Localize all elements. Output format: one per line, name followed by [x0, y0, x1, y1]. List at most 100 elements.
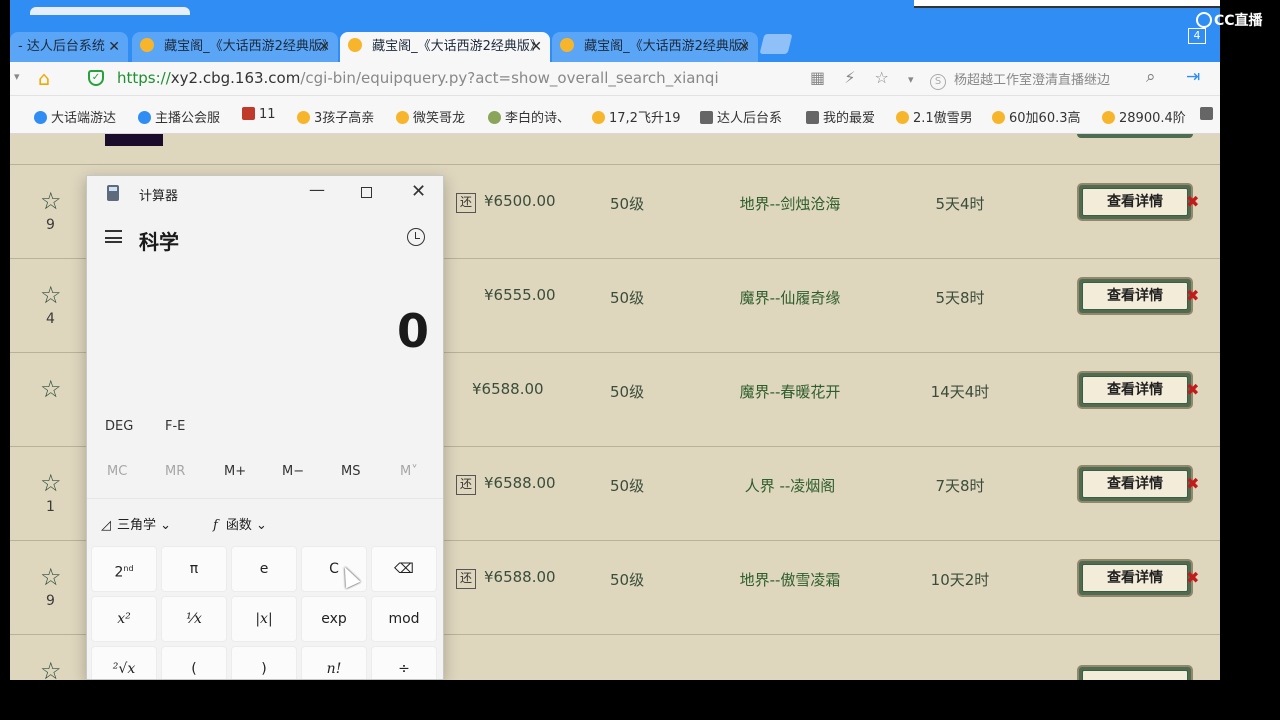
item-level: 50级: [610, 383, 645, 401]
bookmark-item[interactable]: 我的最爱: [806, 107, 875, 126]
second-button[interactable]: 2nd: [91, 546, 157, 592]
search-engine-icon: S: [930, 74, 946, 90]
mod-button[interactable]: mod: [371, 596, 437, 642]
favorite-star-icon[interactable]: ☆: [40, 563, 62, 591]
chevron-down-icon: ⌄: [255, 518, 267, 533]
tab-count-badge: 4: [1188, 28, 1206, 44]
remove-icon[interactable]: ✖: [1186, 380, 1199, 399]
chevron-down-icon[interactable]: ▾: [908, 73, 914, 86]
euler-button[interactable]: e: [231, 546, 297, 592]
backspace-button[interactable]: ⌫: [371, 546, 437, 592]
tab-cbg-3[interactable]: 藏宝阁_《大话西游2经典版》 ✕: [552, 32, 758, 62]
bookmark-item[interactable]: [1200, 107, 1217, 122]
favorite-count: 9: [46, 593, 55, 609]
open-paren-button[interactable]: (: [161, 646, 227, 679]
minimize-icon[interactable]: —: [309, 180, 325, 199]
view-details-button[interactable]: 查看详情: [1077, 183, 1193, 221]
history-icon[interactable]: [407, 228, 425, 246]
tab-cbg-2-active[interactable]: 藏宝阁_《大话西游2经典版》 ✕: [340, 32, 550, 62]
divide-button[interactable]: ÷: [371, 646, 437, 679]
favorite-star-icon[interactable]: ☆: [40, 187, 62, 215]
absolute-button[interactable]: |x|: [231, 596, 297, 642]
view-details-button[interactable]: 查看详情: [1077, 465, 1193, 503]
item-thumbnail[interactable]: [105, 134, 163, 146]
lightning-icon[interactable]: ⚡: [844, 68, 855, 87]
maximize-icon[interactable]: [361, 187, 372, 198]
bookmark-item[interactable]: 60加60.3高: [992, 107, 1081, 126]
square-button[interactable]: x²: [91, 596, 157, 642]
search-input[interactable]: S 杨超越工作室澄清直播继边: [930, 69, 1170, 90]
close-icon[interactable]: ✕: [318, 32, 330, 62]
close-paren-button[interactable]: ): [231, 646, 297, 679]
memory-list-button[interactable]: M˅: [400, 464, 418, 479]
function-dropdown[interactable]: f 函数 ⌄: [213, 514, 267, 533]
hamburger-menu-icon[interactable]: [105, 230, 122, 243]
item-time-left: 5天8时: [935, 289, 985, 307]
calculator-titlebar[interactable]: 计算器 — ✕: [87, 176, 443, 210]
calculator-title: 计算器: [139, 189, 179, 204]
home-icon[interactable]: ⌂: [38, 68, 50, 90]
deg-toggle[interactable]: DEG: [105, 419, 133, 434]
tab-dashboard[interactable]: - 达人后台系统 ✕: [10, 32, 128, 62]
memory-subtract-button[interactable]: M−: [282, 464, 304, 479]
bookmark-label: 达人后台系: [717, 111, 783, 126]
memory-clear-button[interactable]: MC: [107, 464, 127, 479]
cbg-favicon-icon: [560, 38, 574, 52]
trigonometry-dropdown[interactable]: ◿ 三角学 ⌄: [101, 514, 171, 533]
secure-shield-icon[interactable]: ✓: [88, 70, 104, 86]
favorite-star-icon[interactable]: ☆: [40, 657, 62, 680]
qr-code-icon[interactable]: ▦: [810, 68, 825, 87]
pi-button[interactable]: π: [161, 546, 227, 592]
bookmark-item[interactable]: 2.1傲雪男: [896, 107, 973, 126]
favorite-star-icon[interactable]: ☆: [40, 469, 62, 497]
new-tab-button[interactable]: [759, 34, 793, 54]
star-icon[interactable]: ☆: [875, 68, 889, 87]
remove-icon[interactable]: ✖: [1186, 474, 1199, 493]
clear-button[interactable]: C: [301, 546, 367, 592]
bookmark-item[interactable]: 17,2飞升19: [592, 107, 681, 126]
view-details-button[interactable]: 查看详情: [1077, 277, 1193, 315]
view-details-button[interactable]: 查看详情: [1077, 559, 1193, 597]
remove-icon[interactable]: ✖: [1186, 192, 1199, 211]
fe-toggle[interactable]: F-E: [165, 419, 185, 434]
bookmark-item[interactable]: 微笑哥龙: [396, 107, 465, 126]
exp-button[interactable]: exp: [301, 596, 367, 642]
remove-icon[interactable]: ✖: [1186, 286, 1199, 305]
function-icon: f: [213, 518, 218, 533]
remove-icon[interactable]: ✖: [1186, 568, 1199, 587]
chevron-down-icon[interactable]: ▾: [14, 70, 20, 83]
memory-recall-button[interactable]: MR: [165, 464, 185, 479]
close-icon[interactable]: ✕: [530, 32, 542, 62]
view-details-button[interactable]: [1077, 665, 1193, 680]
calculator-app-icon: [107, 185, 119, 201]
overlay-bar: [914, 0, 1220, 8]
prev-window-tab[interactable]: [30, 7, 190, 15]
window-top-strip: [10, 0, 1220, 30]
bookmark-item[interactable]: 李白的诗、: [488, 107, 570, 126]
item-level: 50级: [610, 477, 645, 495]
search-icon[interactable]: ⌕: [1146, 67, 1156, 87]
url-field[interactable]: https://xy2.cbg.163.com/cgi-bin/equipque…: [117, 69, 719, 87]
tab-cbg-1[interactable]: 藏宝阁_《大话西游2经典版》 ✕: [132, 32, 338, 62]
item-price: ¥6588.00: [484, 474, 556, 492]
factorial-button[interactable]: n!: [301, 646, 367, 679]
login-icon[interactable]: ⇥: [1186, 67, 1200, 87]
favorite-star-icon[interactable]: ☆: [40, 281, 62, 309]
bookmark-item[interactable]: 大话端游达: [34, 107, 116, 126]
close-icon[interactable]: ✕: [738, 32, 750, 62]
close-icon[interactable]: ✕: [411, 181, 426, 202]
bookmark-item[interactable]: 3孩子高亲: [297, 107, 374, 126]
bookmark-item[interactable]: 11: [242, 107, 276, 122]
detail-button-partial[interactable]: [1077, 134, 1193, 138]
address-actions: ▦ ⚡ ☆ ▾: [810, 68, 928, 87]
close-icon[interactable]: ✕: [108, 32, 120, 62]
bookmark-item[interactable]: 达人后台系: [700, 107, 782, 126]
sqrt-button[interactable]: ²√x: [91, 646, 157, 679]
memory-store-button[interactable]: MS: [341, 464, 360, 479]
favorite-star-icon[interactable]: ☆: [40, 375, 62, 403]
view-details-button[interactable]: 查看详情: [1077, 371, 1193, 409]
memory-add-button[interactable]: M+: [224, 464, 246, 479]
bookmark-item[interactable]: 主播公会服: [138, 107, 220, 126]
bookmark-item[interactable]: 28900.4阶: [1102, 107, 1186, 126]
reciprocal-button[interactable]: ¹⁄x: [161, 596, 227, 642]
